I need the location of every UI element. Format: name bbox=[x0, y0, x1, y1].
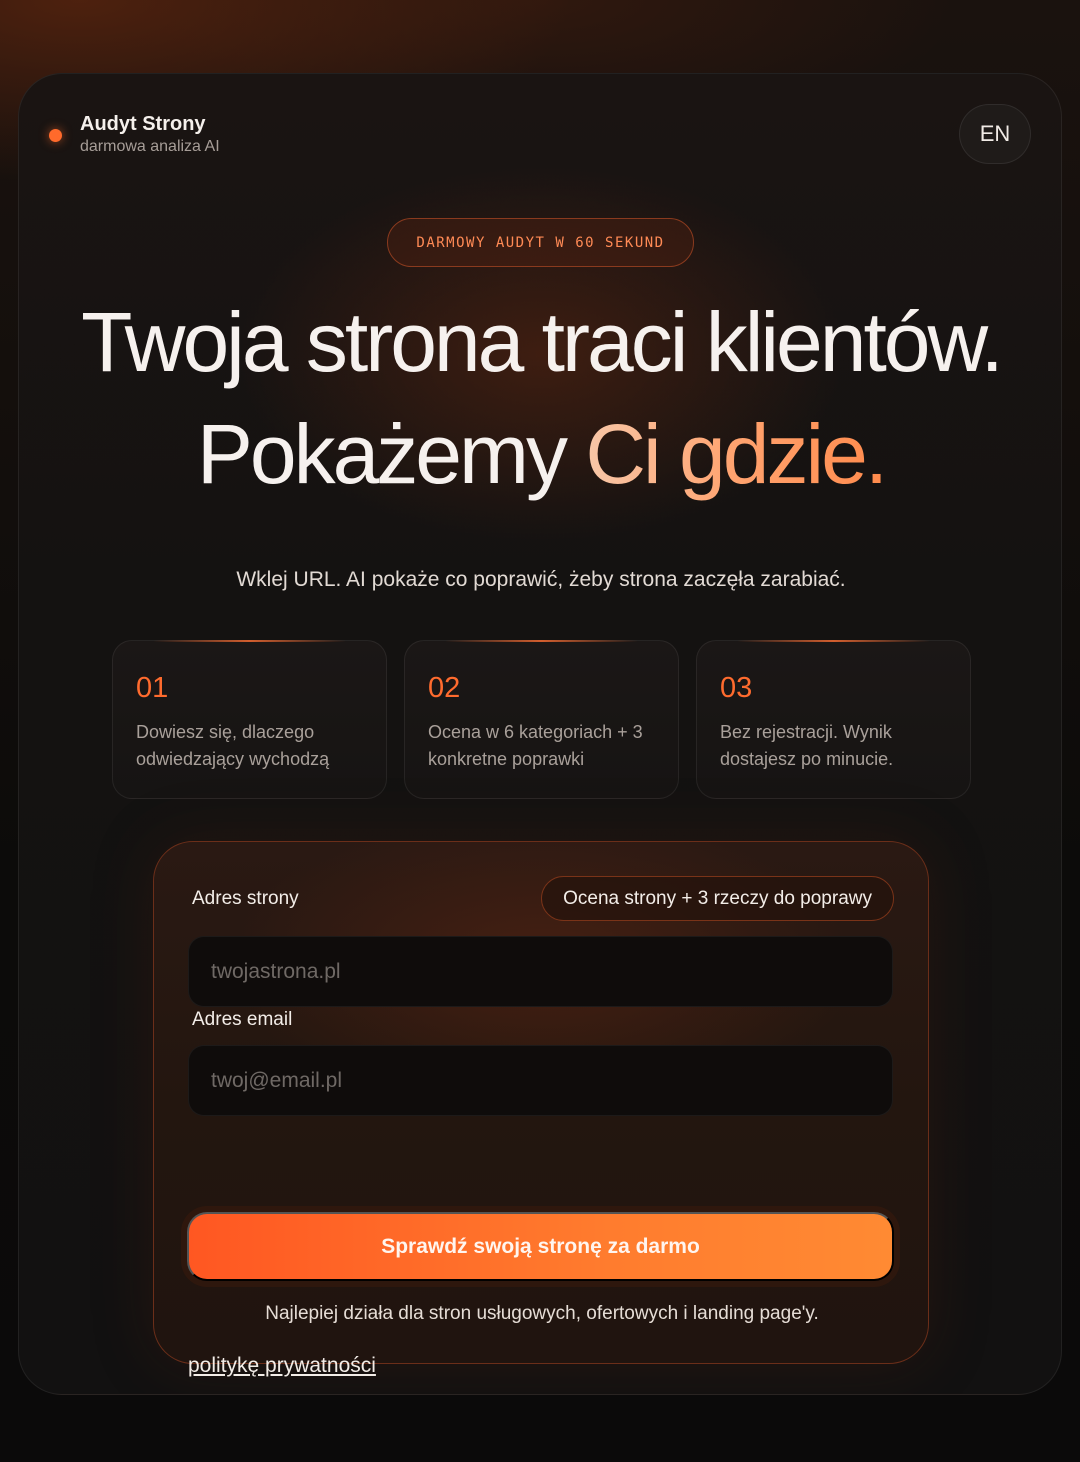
brand-subtitle: darmowa analiza AI bbox=[80, 138, 220, 155]
page-frame: Audyt Strony darmowa analiza AI EN DARMO… bbox=[18, 73, 1062, 1395]
brand-dot-icon bbox=[49, 129, 62, 142]
submit-button[interactable]: Sprawdź swoją stronę za darmo bbox=[187, 1212, 894, 1281]
headline-line-1: Twoja strona traci klientów. bbox=[81, 295, 1004, 389]
email-field-label: Adres email bbox=[192, 1009, 293, 1030]
step-card: 03 Bez rejestracji. Wynik dostajesz po m… bbox=[696, 640, 971, 799]
brand-title: Audyt Strony bbox=[80, 113, 206, 135]
brand-text: Audyt Strony darmowa analiza AI bbox=[80, 112, 220, 158]
url-input[interactable]: twojastrona.pl bbox=[188, 936, 893, 1007]
steps-cards: 01 Dowiesz się, dlaczego odwiedzający wy… bbox=[112, 640, 971, 799]
step-card: 01 Dowiesz się, dlaczego odwiedzający wy… bbox=[112, 640, 387, 799]
step-text: Ocena w 6 kategoriach + 3 konkretne popr… bbox=[428, 722, 643, 769]
headline-line-2: Pokażemy Ci gdzie. bbox=[19, 404, 1061, 504]
form-info-badge: Ocena strony + 3 rzeczy do poprawy bbox=[541, 876, 894, 921]
step-number: 02 bbox=[428, 672, 461, 704]
form-note: Najlepiej działa dla stron usługowych, o… bbox=[265, 1303, 819, 1324]
email-input[interactable]: twoj@email.pl bbox=[188, 1045, 893, 1116]
headline-line-2-start: Pokażemy bbox=[196, 407, 586, 501]
language-switch-button[interactable]: EN bbox=[959, 104, 1031, 164]
url-field-label: Adres strony bbox=[192, 888, 299, 909]
step-number: 01 bbox=[136, 672, 169, 704]
step-card: 02 Ocena w 6 kategoriach + 3 konkretne p… bbox=[404, 640, 679, 799]
audit-form: Adres strony Ocena strony + 3 rzeczy do … bbox=[153, 841, 929, 1377]
hero-pill-badge: DARMOWY AUDYT W 60 SEKUND bbox=[387, 218, 694, 267]
step-text: Bez rejestracji. Wynik dostajesz po minu… bbox=[720, 722, 894, 769]
brand[interactable]: Audyt Strony darmowa analiza AI bbox=[49, 112, 220, 158]
hero-lede: Wklej URL. AI pokaże co poprawić, żeby s… bbox=[236, 568, 846, 591]
step-number: 03 bbox=[720, 672, 753, 704]
headline-line-2-highlight: Ci gdzie. bbox=[585, 407, 888, 501]
step-text: Dowiesz się, dlaczego odwiedzający wycho… bbox=[136, 722, 330, 769]
privacy-policy-link[interactable]: politykę prywatności bbox=[188, 1354, 376, 1378]
